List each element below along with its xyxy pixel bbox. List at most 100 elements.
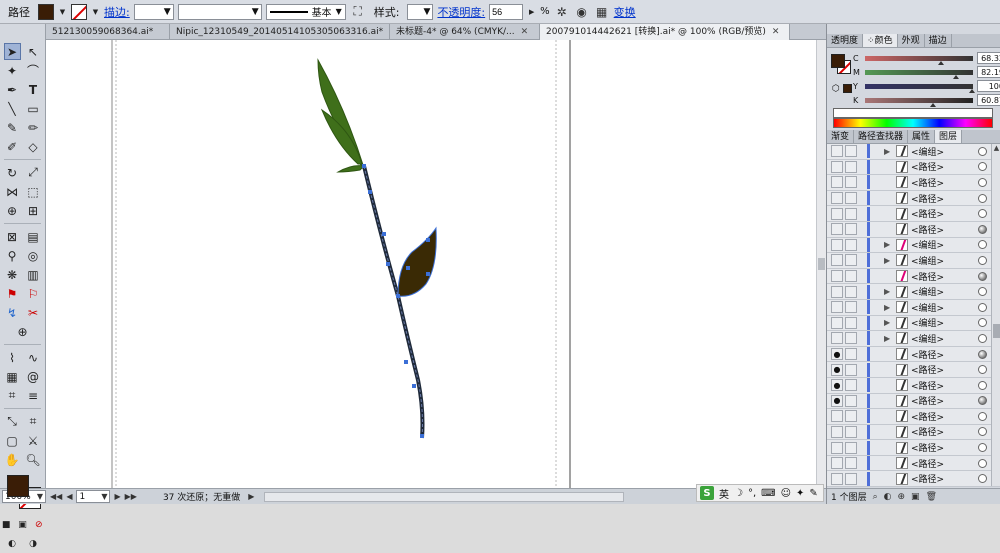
layer-row[interactable]: <路径> [827,471,1000,488]
close-icon[interactable]: ✕ [521,24,529,40]
layers-scrollbar[interactable]: ▲ [991,144,1000,486]
delete-layer-icon[interactable]: 🗑︎ [926,492,937,502]
target-icon[interactable] [978,177,987,187]
visibility-toggle[interactable] [831,472,843,485]
type-tool-icon[interactable]: T [25,81,42,98]
align-icon[interactable]: ▦ [594,4,610,20]
visibility-toggle[interactable] [831,457,843,470]
visibility-toggle[interactable] [831,332,843,345]
rotate-tool-icon[interactable]: ↻ [4,164,21,181]
lock-toggle[interactable] [845,394,857,407]
graphic-style-select[interactable]: ▼ [407,3,434,20]
target-icon[interactable] [978,162,987,172]
target-icon[interactable] [978,318,987,328]
keyboard-icon[interactable]: ⌨ [761,488,775,499]
stroke-dropdown-arrow-icon[interactable]: ▼ [91,5,100,19]
layer-row[interactable]: <路径> [827,159,1000,176]
channel-slider[interactable] [865,55,973,65]
channel-slider[interactable] [865,83,975,93]
lock-toggle[interactable] [845,270,857,283]
live-paint-bucket-tool-icon[interactable]: ⚑ [4,285,21,302]
line-tool-icon[interactable]: ╲ [4,100,21,117]
target-icon[interactable] [978,209,987,219]
stroke-weight-select[interactable]: ▼ [133,3,174,20]
warp-tool-icon[interactable]: ⌇ [4,349,21,366]
layer-row[interactable]: ▶ <编组> [827,315,1000,332]
target-icon[interactable] [978,474,987,484]
pen-tool-icon[interactable]: ✒ [4,81,21,98]
panel-fill-swatch[interactable] [831,54,845,68]
symbol-sprayer-tool-icon[interactable]: ❋ [4,266,21,283]
skin-icon[interactable]: ✦ [796,488,804,499]
target-icon[interactable] [978,224,987,234]
user-icon[interactable]: ☺ [781,488,791,499]
channel-value[interactable]: 68.32 [977,52,1000,64]
channel-value[interactable]: 100 [977,80,1000,92]
lock-toggle[interactable] [845,301,857,314]
layer-row[interactable]: <路径> [827,175,1000,191]
visibility-toggle[interactable] [831,254,843,267]
status-menu-arrow-icon[interactable]: ▶ [248,492,254,501]
layer-row[interactable]: ● <路径> [827,393,1000,410]
paintbrush-tool-icon[interactable]: ✎ [4,119,21,136]
layer-row[interactable]: <路径> [827,455,1000,472]
measure-tool-icon[interactable]: ⤡ [4,413,21,430]
layer-row[interactable]: <路径> [827,424,1000,441]
horizontal-scrollbar[interactable] [264,491,625,502]
target-icon[interactable] [978,365,987,375]
punctuation-icon[interactable]: °, [748,488,756,499]
opacity-input[interactable] [489,3,524,20]
layer-row[interactable]: ▶ <编组> [827,144,1000,160]
zoom-tool-icon[interactable]: 🔍︎ [25,451,42,468]
expand-arrow-icon[interactable]: ▶ [884,334,894,343]
target-icon[interactable] [978,443,987,453]
target-icon[interactable] [978,333,987,343]
fill-box[interactable] [6,475,29,497]
channel-value[interactable]: 82.19 [977,66,1000,78]
tab-color[interactable]: ⁘颜色 [863,34,898,47]
expand-icon[interactable]: ⛶ [350,4,366,20]
eraser-tool-icon[interactable]: ◇ [25,138,42,155]
lock-toggle[interactable] [845,348,857,361]
target-icon[interactable] [978,255,987,265]
layer-row[interactable]: <路径> [827,221,1000,238]
color-mode-icon[interactable]: ■ [0,516,12,533]
lock-toggle[interactable] [845,223,857,236]
eyedropper-tool-icon[interactable]: ⚲ [4,247,21,264]
target-icon[interactable] [978,240,987,250]
crop-tool-icon[interactable]: ⌗ [25,413,42,430]
layer-row[interactable]: <路径> [827,268,1000,285]
perspective-grid-tool-icon[interactable]: ⊞ [25,202,42,219]
clipping-mask-icon[interactable]: ◐ [884,492,892,502]
lock-toggle[interactable] [845,441,857,454]
scroll-thumb[interactable] [818,258,825,270]
none-mode-icon[interactable]: ⊘ [33,516,45,533]
doc-tab-4[interactable]: 20079101444262​1 [转换].ai* @ 100% (RGB/预览… [540,24,790,40]
width-tool-icon[interactable]: ⋈ [4,183,21,200]
lock-toggle[interactable] [845,316,857,329]
visibility-toggle[interactable] [831,441,843,454]
target-icon[interactable] [978,193,987,203]
doc-tab-1[interactable]: 51213005906836​4.ai* [46,24,170,40]
target-icon[interactable] [978,380,987,390]
target-icon[interactable] [978,287,987,297]
globe-icon[interactable]: ◉ [574,4,590,20]
opacity-link[interactable]: 不透明度: [437,4,485,20]
channel-slider[interactable] [865,97,973,107]
lock-toggle[interactable] [845,254,857,267]
opacity-arrow-icon[interactable]: ▶ [527,5,536,19]
layer-row[interactable]: <路径> [827,409,1000,425]
stroke-color-swatch[interactable] [71,3,87,20]
moon-icon[interactable]: ☽ [734,488,743,499]
last-color-swatch[interactable] [843,84,852,93]
lock-toggle[interactable] [845,472,857,485]
artboard-tool-icon[interactable]: ⊕ [14,323,31,340]
layer-row[interactable]: ● <路径> [827,377,1000,394]
first-artboard-icon[interactable]: ◀◀ [50,492,62,501]
scroll-thumb[interactable] [993,324,1000,338]
shape-builder-tool-icon[interactable]: ⊕ [4,202,21,219]
tab-stroke[interactable]: 描边 [925,34,952,47]
layer-row[interactable]: ▶ <编组> [827,253,1000,269]
rectangle-tool-icon[interactable]: ▭ [25,100,42,117]
canvas-vertical-scrollbar[interactable] [816,40,826,488]
